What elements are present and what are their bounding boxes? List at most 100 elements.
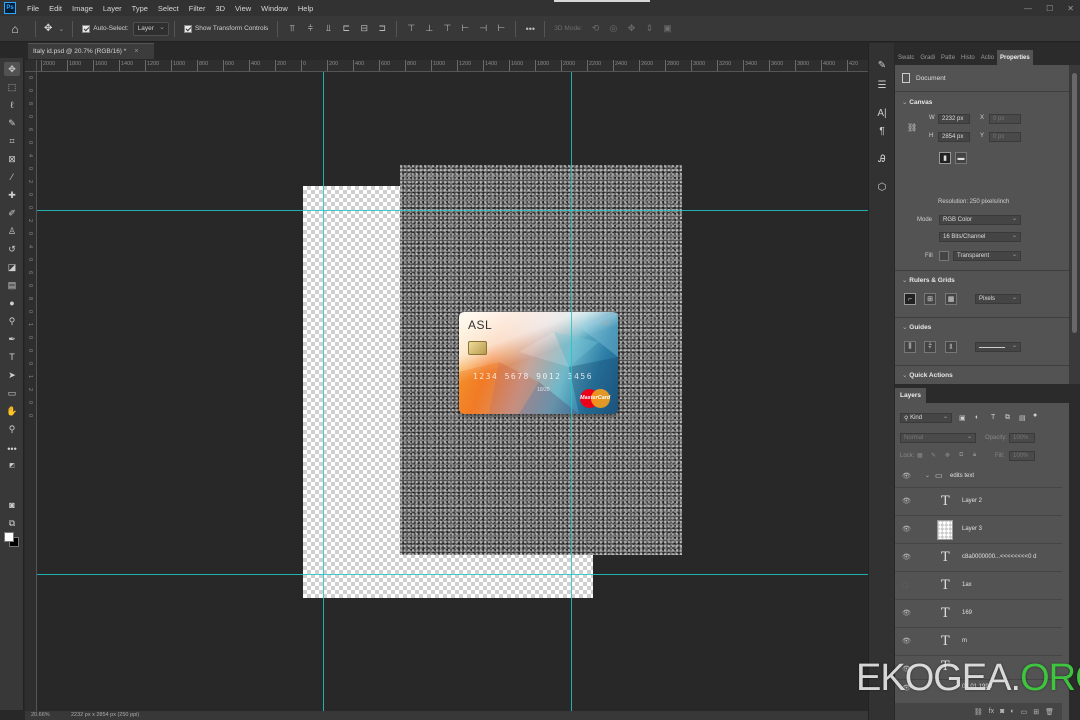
eye-icon[interactable]: 👁︎ xyxy=(902,525,911,533)
lock-all-icon[interactable]: 🔒︎ xyxy=(973,452,976,459)
menu-file[interactable]: File xyxy=(22,4,44,13)
tab-actions[interactable]: Actio xyxy=(978,50,997,65)
menu-image[interactable]: Image xyxy=(67,4,98,13)
pen-tool-icon[interactable]: ✒ xyxy=(4,332,20,346)
edit-toolbar-icon[interactable]: ••• xyxy=(4,442,20,456)
lock-position-icon[interactable]: ✥ xyxy=(945,452,950,459)
guides-section-header[interactable]: Guides xyxy=(902,323,931,331)
rectangle-tool-icon[interactable]: ▭ xyxy=(4,386,20,400)
ruler-toggle-icon[interactable]: ⌐ xyxy=(904,293,916,305)
layer-row[interactable]: ▢ T 1ax xyxy=(895,572,1062,600)
character-icon[interactable]: A| xyxy=(874,105,890,121)
menu-layer[interactable]: Layer xyxy=(98,4,127,13)
move-tool-icon[interactable]: ✥ xyxy=(4,62,20,76)
menu-select[interactable]: Select xyxy=(153,4,184,13)
lasso-tool-icon[interactable]: ℓ xyxy=(4,98,20,112)
rulers-grids-section-header[interactable]: Rulers & Grids xyxy=(902,276,955,284)
eye-icon[interactable]: 👁︎ xyxy=(902,497,911,505)
menu-type[interactable]: Type xyxy=(127,4,153,13)
adjustments-icon[interactable]: ☰ xyxy=(874,77,890,93)
align-middle-icon[interactable]: ⫩ xyxy=(303,22,317,36)
tab-gradients[interactable]: Gradi xyxy=(917,50,938,65)
eraser-tool-icon[interactable]: ◪ xyxy=(4,260,20,274)
healing-brush-tool-icon[interactable]: ✚ xyxy=(4,188,20,202)
frame-tool-icon[interactable]: ⊠ xyxy=(4,152,20,166)
filter-adjustment-icon[interactable]: ◐ xyxy=(975,414,979,421)
3d-scale-icon[interactable]: ▣ xyxy=(660,22,674,36)
close-icon[interactable]: ✕ xyxy=(1067,4,1074,13)
distribute-middle-icon[interactable]: ⊥ xyxy=(422,22,436,36)
chevron-down-icon[interactable]: ⌄ xyxy=(58,25,64,33)
3d-rotate-icon[interactable]: ⟲ xyxy=(588,22,602,36)
3d-roll-icon[interactable]: ◎ xyxy=(606,22,620,36)
horizontal-ruler[interactable]: 2000 1800 1600 1400 1200 1000 800 600 400 200 0 200… xyxy=(37,60,868,72)
brush-tool-icon[interactable]: ✐ xyxy=(4,206,20,220)
filter-pixel-icon[interactable]: ▣ xyxy=(959,414,966,422)
distribute-right-icon[interactable]: ⊢ xyxy=(494,22,508,36)
align-top-icon[interactable]: ⫪ xyxy=(285,22,299,36)
canvas-section-header[interactable]: Canvas xyxy=(902,98,932,106)
portrait-orientation-icon[interactable]: ▮ xyxy=(939,152,951,164)
link-icon[interactable]: ⛓ xyxy=(907,123,917,132)
blend-mode-dropdown[interactable]: Normal xyxy=(900,433,976,443)
tab-swatches[interactable]: Swatc xyxy=(895,50,917,65)
add-mask-icon[interactable]: ◙ xyxy=(1000,708,1004,715)
chevron-down-icon[interactable]: ⌄ xyxy=(925,472,930,479)
default-colors-icon[interactable]: ◩ xyxy=(4,458,20,472)
fill-field[interactable]: 100% xyxy=(1009,451,1035,461)
show-transform-checkbox[interactable]: Show Transform Controls xyxy=(183,24,268,33)
paragraph-icon[interactable]: ¶ xyxy=(874,123,890,139)
link-layers-icon[interactable]: ⛓ xyxy=(974,708,983,716)
menu-view[interactable]: View xyxy=(230,4,256,13)
layer-group-row[interactable]: 👁︎ ⌄ ▭ edits text xyxy=(895,466,1062,488)
tab-histogram[interactable]: Histo xyxy=(958,50,978,65)
new-layer-icon[interactable]: ⊞ xyxy=(1033,708,1039,716)
layer-filter-dropdown[interactable]: ⚲ Kind xyxy=(900,413,952,423)
zoom-tool-icon[interactable]: ⚲ xyxy=(4,422,20,436)
new-group-icon[interactable]: ▭ xyxy=(1021,708,1028,716)
menu-edit[interactable]: Edit xyxy=(44,4,67,13)
y-field[interactable]: 0 px xyxy=(989,132,1021,142)
eye-icon[interactable]: 👁︎ xyxy=(902,553,911,561)
filter-smart-object-icon[interactable]: ▤ xyxy=(1019,414,1026,422)
eye-icon[interactable]: 👁︎ xyxy=(902,472,911,480)
menu-3d[interactable]: 3D xyxy=(210,4,230,13)
landscape-orientation-icon[interactable]: ▬ xyxy=(955,152,967,164)
delete-layer-icon[interactable]: 🗑︎ xyxy=(1045,708,1054,716)
align-center-icon[interactable]: ⊟ xyxy=(357,22,371,36)
crop-tool-icon[interactable]: ⌗ xyxy=(4,134,20,148)
distribute-left-icon[interactable]: ⊢ xyxy=(458,22,472,36)
quick-mask-icon[interactable]: ◙ xyxy=(4,498,20,512)
height-field[interactable]: 2854 px xyxy=(938,132,970,142)
quick-actions-section-header[interactable]: Quick Actions xyxy=(902,371,952,379)
guides-visibility-icon[interactable]: ⫼ xyxy=(904,341,916,353)
maximize-icon[interactable]: ☐ xyxy=(1046,4,1053,13)
eye-icon[interactable]: 👁︎ xyxy=(902,637,911,645)
guide-style-dropdown[interactable] xyxy=(975,342,1021,352)
3d-slide-icon[interactable]: ⇕ xyxy=(642,22,656,36)
width-field[interactable]: 2232 px xyxy=(938,114,970,124)
auto-select-checkbox[interactable]: Auto-Select: xyxy=(82,24,129,33)
align-left-icon[interactable]: ⊏ xyxy=(339,22,353,36)
screen-mode-icon[interactable]: ⧉ xyxy=(4,516,20,530)
grid-toggle-icon[interactable]: ⊞ xyxy=(924,293,936,305)
foreground-color-swatch[interactable] xyxy=(4,532,14,542)
new-adjustment-icon[interactable]: ◐ xyxy=(1010,708,1014,715)
guide-horizontal[interactable] xyxy=(37,574,868,575)
lock-transparency-icon[interactable]: ▦ xyxy=(917,452,923,459)
layer-row[interactable]: 👁︎ T m xyxy=(895,628,1062,656)
tab-layers[interactable]: Layers xyxy=(895,388,926,403)
scrollbar-thumb[interactable] xyxy=(1072,73,1077,333)
quick-select-tool-icon[interactable]: ✎ xyxy=(4,116,20,130)
layer-row[interactable]: 👁︎ Layer 3 xyxy=(895,516,1062,544)
filter-toggle-icon[interactable]: ● xyxy=(1033,412,1037,419)
opacity-field[interactable]: 100% xyxy=(1009,433,1035,443)
distribute-bottom-icon[interactable]: ⊤ xyxy=(440,22,454,36)
3d-drag-icon[interactable]: ✥ xyxy=(624,22,638,36)
distribute-center-icon[interactable]: ⊣ xyxy=(476,22,490,36)
guides-layout-icon[interactable]: ⫫ xyxy=(945,341,957,353)
guide-vertical[interactable] xyxy=(571,72,572,711)
home-icon[interactable]: ⌂ xyxy=(0,22,30,36)
layer-row[interactable]: 👁︎ T 169 xyxy=(895,600,1062,628)
guide-vertical[interactable] xyxy=(323,72,324,711)
